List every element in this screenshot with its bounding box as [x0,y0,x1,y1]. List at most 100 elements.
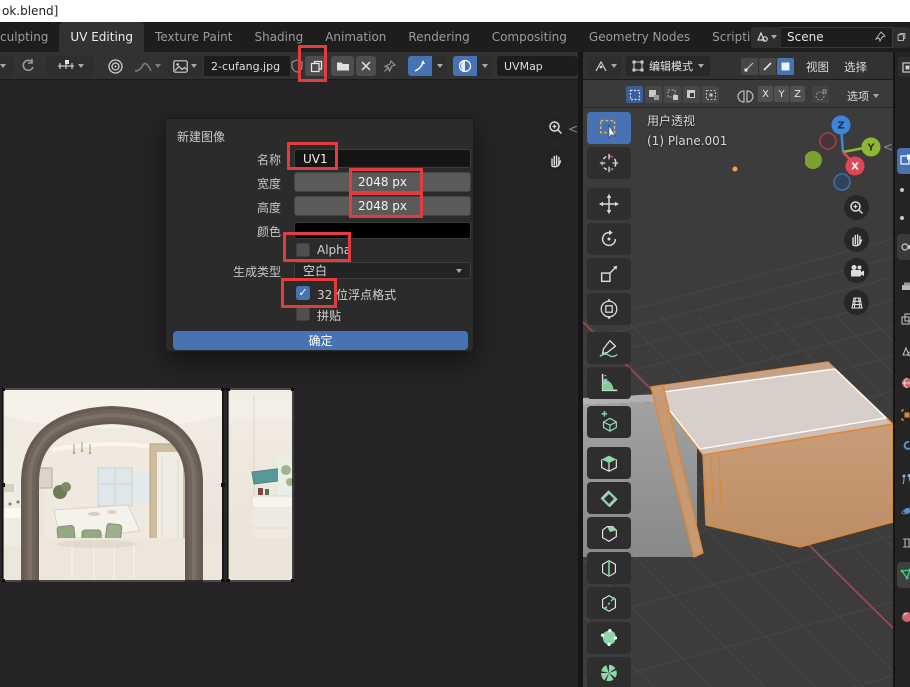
select-mode-intersect-button[interactable] [702,86,719,103]
tool-bevel[interactable] [587,517,631,549]
ok-button[interactable]: 确定 [173,331,468,350]
uv-zoom-button[interactable] [543,115,568,140]
uv-editor-canvas[interactable]: < 新建图像 名称 UV1 宽度 2048 px 高度 2048 px 颜色 A… [0,80,578,687]
falloff-curve-dropdown[interactable] [130,56,164,76]
tiled-label: 拼贴 [317,307,341,324]
mirror-z-button[interactable]: Z [790,86,805,102]
select-mode-subtract-button[interactable] [664,86,681,103]
tool-measure[interactable] [587,367,631,399]
tool-inset-faces[interactable] [587,482,631,514]
tab-rendering[interactable]: Rendering [397,22,480,52]
mirror-icon[interactable] [735,86,755,106]
uv-image-canvas[interactable] [2,388,294,582]
tab-scene[interactable] [897,338,910,364]
tool-add-cube[interactable] [587,406,631,438]
tool-annotate[interactable] [587,332,631,364]
knife-icon [598,592,620,614]
tool-poly-build[interactable] [587,622,631,654]
tab-uv-editing[interactable]: UV Editing [59,22,144,52]
generated-type-value: 空白 [303,262,327,279]
menu-select[interactable]: 选择 [844,59,867,75]
sticky-selection-dropdown[interactable] [46,56,94,76]
new-scene-button[interactable] [893,27,910,48]
navigation-gizmo[interactable]: Z Y X [805,114,885,194]
gizmo-dropdown[interactable] [432,56,447,76]
viewport-zoom-button[interactable] [844,195,869,220]
unlink-image-button[interactable] [356,56,376,76]
edge-select-button[interactable] [759,58,776,75]
tool-rotate[interactable] [587,223,631,255]
viewport-3d[interactable]: 用户透视 (1) Plane.001 < Z Y X [583,108,893,687]
mirror-y-button[interactable]: Y [774,86,789,102]
proportional-snap-icon[interactable] [18,56,38,76]
select-mode-extend-button[interactable] [645,86,662,103]
gizmo-toggle-button[interactable] [408,56,432,76]
viewport-camera-button[interactable] [844,258,869,283]
tab-tool[interactable] [897,148,910,174]
open-image-button[interactable] [331,56,354,76]
tab-render[interactable] [897,234,910,260]
viewport-ortho-grid-button[interactable] [844,290,869,315]
tab-modifiers[interactable] [897,434,910,460]
overlays-toggle-button[interactable] [453,56,477,76]
gizmo-z-neg-axis[interactable] [834,174,850,190]
tiled-checkbox[interactable] [296,307,310,321]
tool-knife[interactable] [587,587,631,619]
tab-constraints[interactable] [897,530,910,556]
tab-geometry-nodes[interactable]: Geometry Nodes [578,22,701,52]
tab-sculpting[interactable]: culpting [0,22,59,52]
zoom-in-icon [849,200,864,215]
gizmo-y-neg-axis[interactable] [805,151,822,169]
chevron-down-icon [456,269,462,273]
menu-view[interactable]: 视图 [806,59,829,75]
tool-cursor[interactable] [587,147,631,179]
image-name-field[interactable]: 2-cufang.jpg [204,56,290,76]
annotation-box-height-value [349,192,423,218]
scene-browse-button[interactable] [751,27,781,48]
tab-world[interactable] [897,370,910,396]
tab-object[interactable] [897,402,910,428]
scene-name-field[interactable]: Scene [781,27,893,48]
tool-loop-cut[interactable] [587,552,631,584]
tab-physics[interactable] [897,498,910,524]
tab-particles[interactable] [897,466,910,492]
proportional-edit-icon[interactable] [104,56,126,76]
generated-type-dropdown[interactable]: 空白 [294,262,471,279]
tool-move[interactable] [587,188,631,220]
viewport-editor-type-dropdown[interactable] [588,56,622,76]
tab-output[interactable] [897,274,910,300]
tab-view-layer[interactable] [897,306,910,332]
editor-type-dropdown[interactable] [0,56,14,76]
tool-transform[interactable] [587,293,631,325]
gizmo-x-neg-axis[interactable] [820,133,836,149]
tool-select-box[interactable] [587,112,631,144]
tool-extrude[interactable] [587,447,631,479]
tab-material[interactable] [897,604,910,630]
rotate-icon [598,228,620,250]
uv-sidebar-collapse-arrow[interactable]: < [568,122,578,136]
uv-map-field[interactable]: UVMap [497,56,578,76]
tab-texture-paint[interactable]: Texture Paint [144,22,243,52]
select-mode-new-button[interactable] [626,86,643,103]
tool-scale[interactable] [587,258,631,290]
overlays-dropdown[interactable] [477,56,492,76]
face-select-button[interactable] [777,58,794,75]
image-browse-button[interactable] [168,56,202,76]
vertex-select-button[interactable] [741,58,758,75]
properties-editor-type-button[interactable] [898,57,910,77]
close-icon [361,61,371,71]
mirror-x-button[interactable]: X [758,86,773,102]
pin-icon[interactable] [380,56,398,76]
tab-compositing[interactable]: Compositing [481,22,578,52]
mode-dropdown[interactable]: 编辑模式 [626,56,710,76]
options-dropdown[interactable]: 选项 [840,86,886,106]
uv-pan-button[interactable] [543,148,568,173]
tab-object-data[interactable] [897,562,910,588]
viewport-pan-button[interactable] [844,227,869,252]
proportional-falloff-button[interactable] [812,86,829,103]
pin-icon[interactable] [874,31,886,43]
select-mode-invert-button[interactable] [683,86,700,103]
measure-icon [598,372,620,394]
tool-spin[interactable] [587,657,631,687]
cursor-icon [598,152,620,174]
